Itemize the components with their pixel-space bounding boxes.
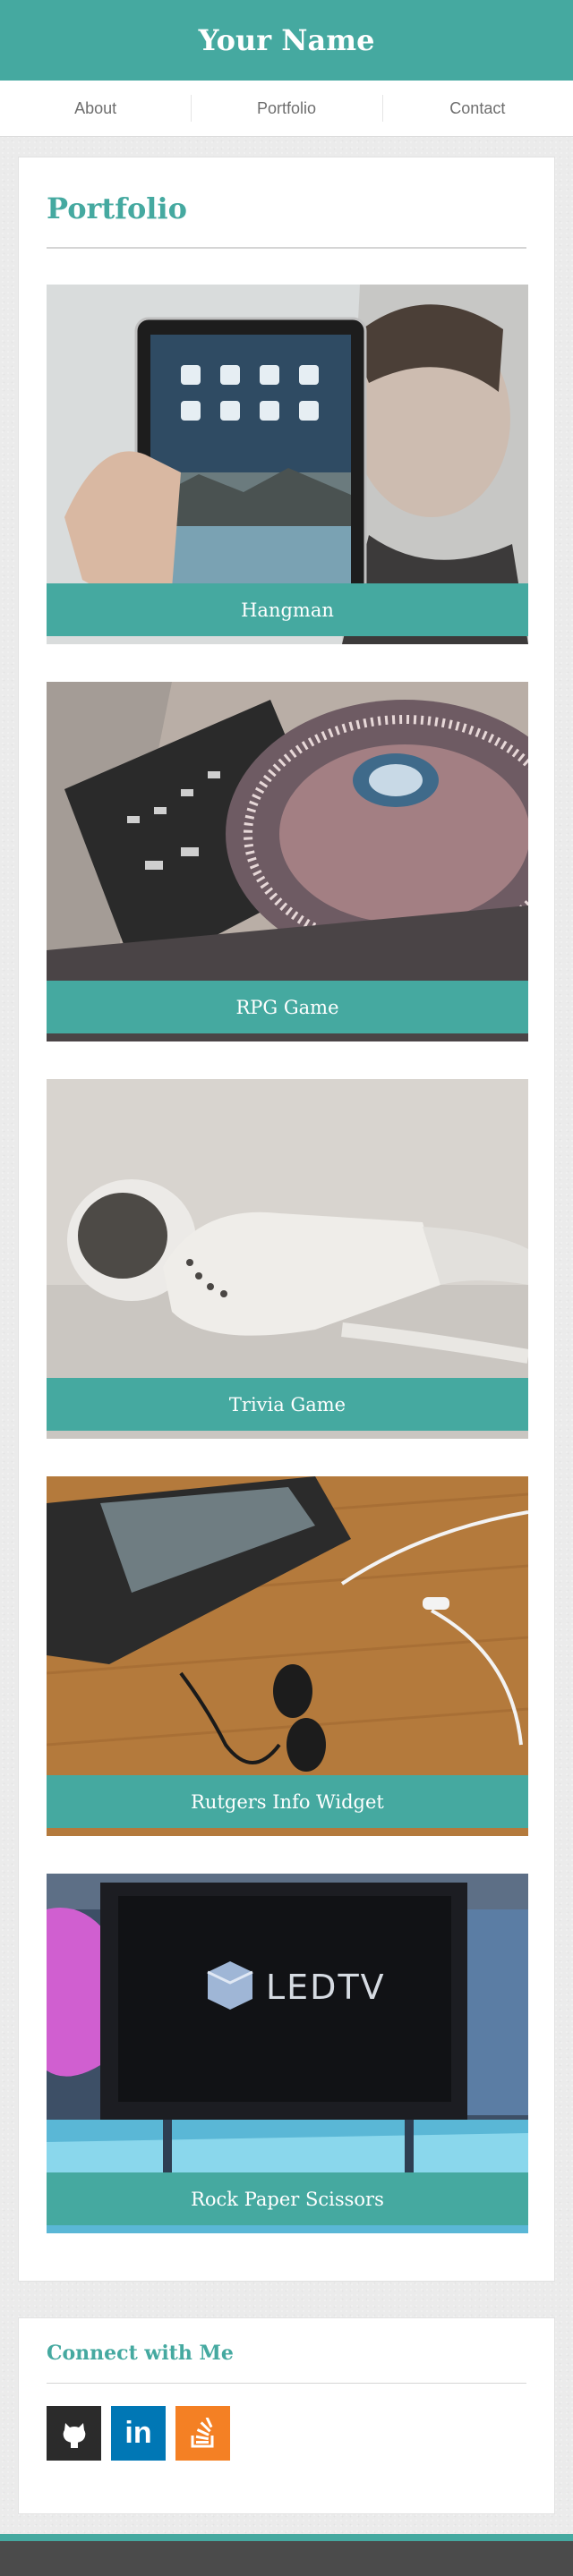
- site-title: Your Name: [198, 23, 375, 57]
- site-footer: [0, 2534, 573, 2576]
- connect-heading: Connect with Me: [47, 2342, 234, 2365]
- portfolio-caption: Rock Paper Scissors: [47, 2172, 528, 2225]
- nav-about[interactable]: About: [0, 81, 191, 136]
- nav-portfolio[interactable]: Portfolio: [191, 81, 381, 136]
- main-nav: About Portfolio Contact: [0, 81, 573, 137]
- linkedin-icon: in: [124, 2416, 152, 2450]
- portfolio-item-rutgers-info-widget[interactable]: Rutgers Info Widget: [47, 1476, 528, 1836]
- nav-contact[interactable]: Contact: [381, 81, 573, 136]
- portfolio-item-rock-paper-scissors[interactable]: LEDTV Rock Paper Scissors: [47, 1874, 528, 2233]
- portfolio-caption: Hangman: [47, 583, 528, 636]
- social-links: in: [47, 2406, 230, 2461]
- portfolio-item-hangman[interactable]: Hangman: [47, 285, 528, 644]
- github-link[interactable]: [47, 2406, 101, 2461]
- connect-section: Connect with Me in: [18, 2317, 555, 2514]
- portfolio-item-rpg-game[interactable]: RPG Game: [47, 682, 528, 1041]
- tv-brand-text: LEDTV: [266, 1968, 386, 2007]
- portfolio-section: Portfolio Hangman RPG Game Trivia Game R…: [18, 157, 555, 2282]
- connect-divider: [47, 2383, 526, 2384]
- stackoverflow-link[interactable]: [175, 2406, 230, 2461]
- linkedin-link[interactable]: in: [111, 2406, 166, 2461]
- site-header: Your Name: [0, 0, 573, 81]
- portfolio-caption: Trivia Game: [47, 1378, 528, 1431]
- stackoverflow-icon: [191, 2417, 213, 2447]
- portfolio-item-trivia-game[interactable]: Trivia Game: [47, 1079, 528, 1439]
- portfolio-heading: Portfolio: [47, 191, 187, 225]
- portfolio-caption: RPG Game: [47, 981, 528, 1033]
- github-icon: [63, 2422, 85, 2448]
- portfolio-caption: Rutgers Info Widget: [47, 1775, 528, 1828]
- portfolio-divider: [47, 247, 526, 249]
